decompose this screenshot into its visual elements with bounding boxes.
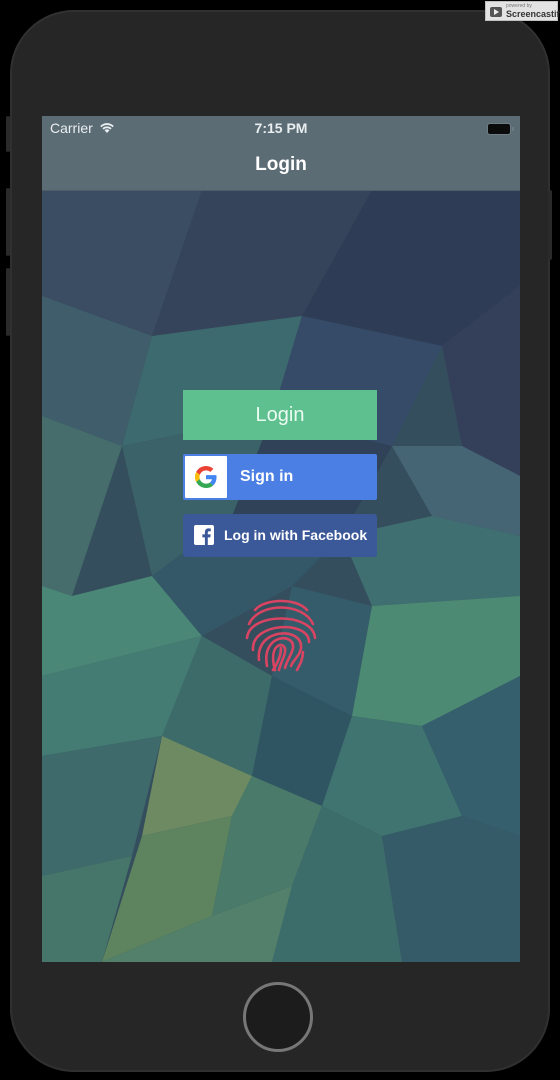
navigation-bar: Login — [42, 140, 520, 191]
google-sign-in-button[interactable]: Sign in — [183, 454, 377, 500]
mute-switch — [6, 116, 10, 152]
status-bar: Carrier 7:15 PM — [42, 116, 520, 140]
page-title: Login — [255, 154, 307, 175]
google-g-icon — [195, 466, 217, 488]
power-button — [548, 190, 552, 260]
fingerprint-icon[interactable] — [241, 590, 321, 674]
facebook-f-icon — [194, 525, 214, 545]
play-icon — [490, 7, 502, 17]
google-icon-box — [185, 456, 227, 498]
google-sign-in-label: Sign in — [240, 468, 294, 485]
status-time: 7:15 PM — [254, 120, 308, 136]
screencastify-watermark: powered by Screencastify — [485, 1, 560, 21]
facebook-login-label: Log in with Facebook — [224, 527, 368, 543]
app-screen: Carrier 7:15 PM Login Login Sign in Log … — [42, 116, 520, 962]
battery-icon — [487, 123, 514, 135]
facebook-login-button[interactable]: Log in with Facebook — [183, 514, 377, 557]
home-button[interactable] — [243, 982, 313, 1052]
volume-up-button — [6, 188, 10, 256]
watermark-brand: Screencastify — [506, 9, 560, 19]
login-button[interactable]: Login — [183, 390, 377, 440]
volume-down-button — [6, 268, 10, 336]
